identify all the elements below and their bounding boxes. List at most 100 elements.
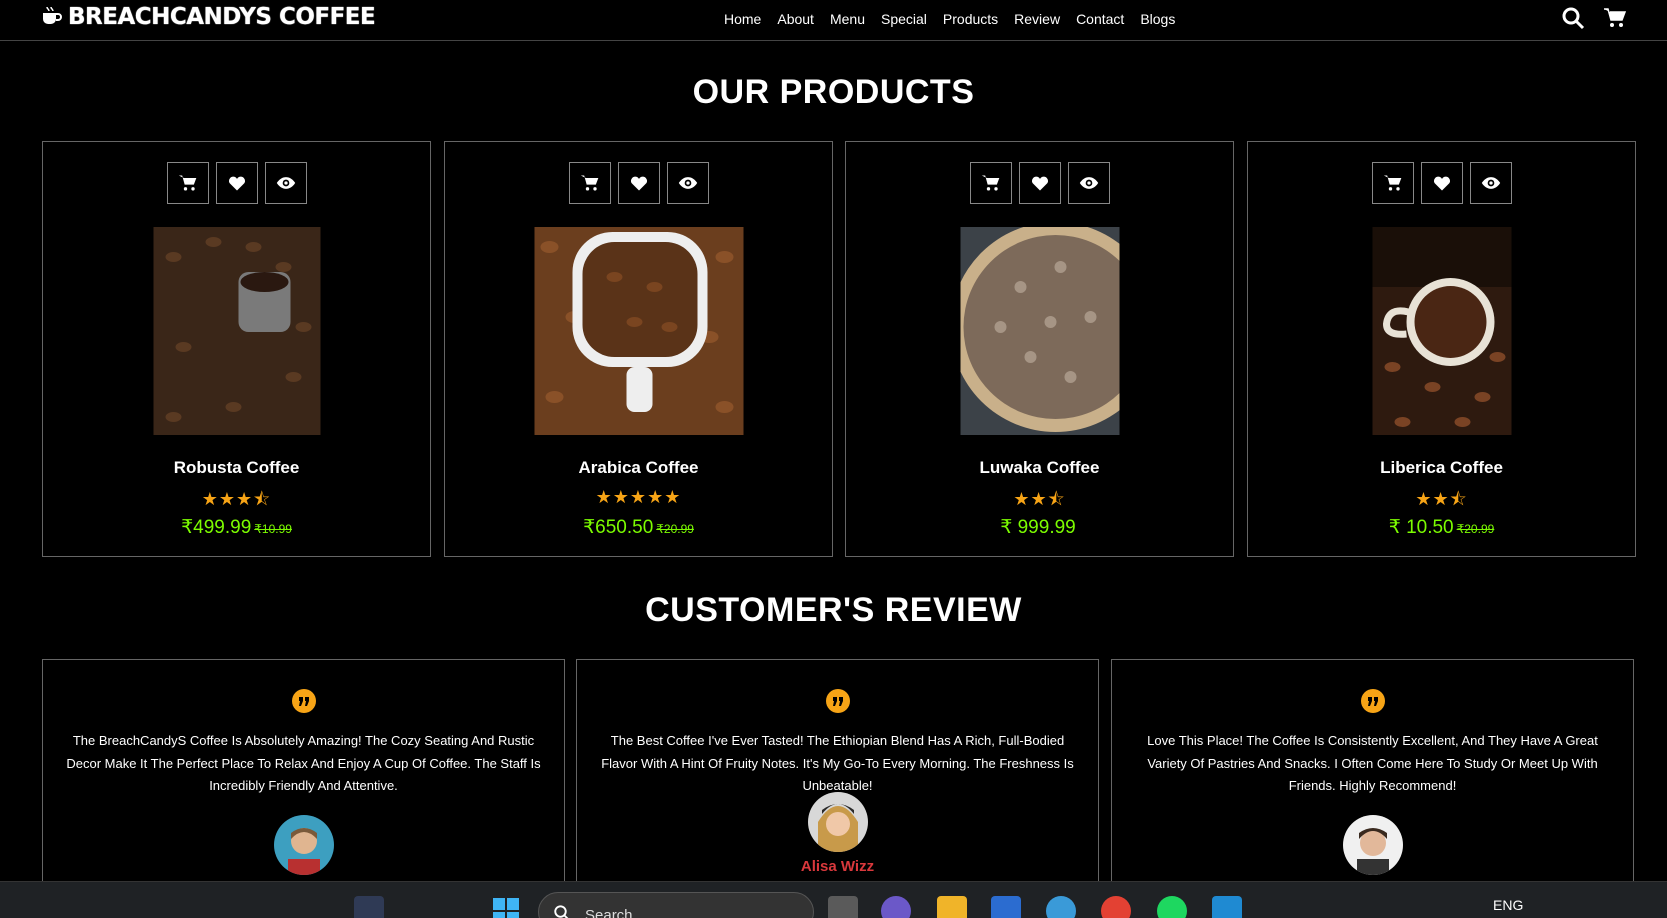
reviews-grid: The BreachCandyS Coffee Is Absolutely Am… bbox=[42, 659, 1636, 899]
product-actions bbox=[445, 162, 832, 204]
product-image bbox=[153, 227, 320, 435]
nav-about[interactable]: About bbox=[769, 10, 822, 28]
coffee-cup-icon bbox=[43, 6, 62, 24]
spotify-icon[interactable] bbox=[1157, 896, 1187, 918]
quick-view-button[interactable] bbox=[666, 162, 709, 204]
quick-view-button[interactable] bbox=[1067, 162, 1110, 204]
review-text: The BreachCandyS Coffee Is Absolutely Am… bbox=[66, 733, 541, 793]
nav-blogs[interactable]: Blogs bbox=[1132, 10, 1183, 28]
add-to-cart-button[interactable] bbox=[166, 162, 209, 204]
add-to-cart-button[interactable] bbox=[1371, 162, 1414, 204]
nav-special[interactable]: Special bbox=[873, 10, 935, 28]
quote-icon bbox=[1360, 689, 1385, 713]
product-card: Liberica Coffee ★★⯪ ₹ 10.50 ₹20.99 bbox=[1247, 141, 1636, 557]
app-icon[interactable] bbox=[991, 896, 1021, 918]
product-name: Liberica Coffee bbox=[1380, 458, 1503, 477]
product-rating: ★★★⯪ bbox=[201, 489, 272, 509]
nav-home[interactable]: Home bbox=[716, 10, 769, 28]
heart-icon bbox=[1433, 176, 1450, 191]
product-actions bbox=[43, 162, 430, 204]
file-explorer-icon[interactable] bbox=[937, 896, 967, 918]
vscode-icon[interactable] bbox=[1212, 896, 1242, 918]
cart-icon bbox=[580, 175, 598, 191]
language-indicator[interactable]: ENG bbox=[1493, 897, 1523, 913]
wishlist-button[interactable] bbox=[617, 162, 660, 204]
main-nav: Home About Menu Special Products Review … bbox=[716, 10, 1183, 28]
price-current: ₹ 999.99 bbox=[1000, 517, 1076, 538]
reviewer-avatar bbox=[1342, 815, 1403, 875]
cart-icon bbox=[1383, 175, 1401, 191]
chrome-icon[interactable] bbox=[1101, 896, 1131, 918]
app-icon[interactable] bbox=[354, 896, 384, 918]
product-rating: ★★⯪ bbox=[1013, 489, 1066, 509]
heart-icon bbox=[630, 176, 647, 191]
quick-view-button[interactable] bbox=[264, 162, 307, 204]
eye-icon bbox=[276, 177, 295, 189]
product-card: Arabica Coffee ★★★★★ ₹650.50 ₹20.99 bbox=[444, 141, 833, 557]
eye-icon bbox=[1079, 177, 1098, 189]
price-old: ₹20.99 bbox=[1456, 522, 1495, 536]
review-card: The BreachCandyS Coffee Is Absolutely Am… bbox=[42, 659, 565, 899]
price-current: ₹499.99 bbox=[181, 517, 252, 538]
heart-icon bbox=[228, 176, 245, 191]
add-to-cart-button[interactable] bbox=[568, 162, 611, 204]
heart-icon bbox=[1031, 176, 1048, 191]
review-text: The Best Coffee I've Ever Tasted! The Et… bbox=[601, 733, 1074, 793]
price-old: ₹20.99 bbox=[656, 522, 694, 536]
search-icon[interactable] bbox=[1561, 6, 1585, 30]
product-name: Arabica Coffee bbox=[578, 458, 699, 477]
task-view-icon[interactable] bbox=[828, 896, 858, 918]
search-placeholder: Search bbox=[585, 907, 633, 918]
os-taskbar: Search ENG bbox=[0, 881, 1667, 918]
teams-icon[interactable] bbox=[881, 896, 911, 918]
product-card: Robusta Coffee ★★★⯪ ₹499.99 ₹10.99 bbox=[42, 141, 431, 557]
product-image bbox=[960, 227, 1119, 435]
wishlist-button[interactable] bbox=[215, 162, 258, 204]
eye-icon bbox=[1481, 177, 1500, 189]
product-price: ₹650.50 ₹20.99 bbox=[445, 516, 832, 539]
nav-products[interactable]: Products bbox=[935, 10, 1006, 28]
eye-icon bbox=[678, 177, 697, 189]
reviews-title: CUSTOMER'S REVIEW bbox=[645, 591, 1022, 629]
wishlist-button[interactable] bbox=[1420, 162, 1463, 204]
product-rating: ★★★★★ bbox=[595, 487, 682, 507]
nav-menu[interactable]: Menu bbox=[822, 10, 873, 28]
products-title: OUR PRODUCTS bbox=[692, 73, 975, 111]
product-image bbox=[534, 227, 743, 435]
price-old: ₹10.99 bbox=[254, 522, 292, 536]
product-price: ₹499.99 ₹10.99 bbox=[43, 516, 430, 539]
product-actions bbox=[1248, 162, 1635, 204]
product-name: Robusta Coffee bbox=[173, 458, 300, 477]
price-current: ₹ 10.50 bbox=[1388, 517, 1454, 538]
windows-start-icon[interactable] bbox=[491, 896, 521, 918]
product-actions bbox=[846, 162, 1233, 204]
reviewer-avatar bbox=[273, 815, 334, 875]
price-current: ₹650.50 bbox=[583, 517, 654, 538]
nav-contact[interactable]: Contact bbox=[1068, 10, 1132, 28]
products-grid: Robusta Coffee ★★★⯪ ₹499.99 ₹10.99 Arabic… bbox=[42, 141, 1636, 557]
review-card: Love This Place! The Coffee Is Consisten… bbox=[1111, 659, 1634, 899]
review-text: Love This Place! The Coffee Is Consisten… bbox=[1147, 733, 1598, 793]
header-actions bbox=[1561, 6, 1627, 30]
cart-icon[interactable] bbox=[1603, 6, 1627, 30]
nav-review[interactable]: Review bbox=[1006, 10, 1068, 28]
product-card: Luwaka Coffee ★★⯪ ₹ 999.99 bbox=[845, 141, 1234, 557]
wishlist-button[interactable] bbox=[1018, 162, 1061, 204]
quick-view-button[interactable] bbox=[1469, 162, 1512, 204]
product-price: ₹ 999.99 bbox=[846, 516, 1233, 539]
quote-icon bbox=[291, 689, 316, 713]
cart-icon bbox=[981, 175, 999, 191]
cart-icon bbox=[178, 175, 196, 191]
product-price: ₹ 10.50 ₹20.99 bbox=[1248, 516, 1635, 539]
brand-logo[interactable]: BREACHCANDYS COFFEE bbox=[40, 4, 376, 30]
brand-name: BREACHCANDYS COFFEE bbox=[68, 4, 376, 30]
search-icon bbox=[554, 905, 569, 918]
reviewer-name: Alisa Wizz bbox=[800, 858, 875, 875]
taskbar-search[interactable]: Search bbox=[538, 892, 814, 918]
product-name: Luwaka Coffee bbox=[979, 458, 1100, 477]
product-rating: ★★⯪ bbox=[1415, 489, 1468, 509]
site-header: BREACHCANDYS COFFEE Home About Menu Spec… bbox=[0, 0, 1667, 41]
add-to-cart-button[interactable] bbox=[969, 162, 1012, 204]
app-icon[interactable] bbox=[1046, 896, 1076, 918]
review-card: The Best Coffee I've Ever Tasted! The Et… bbox=[576, 659, 1099, 899]
